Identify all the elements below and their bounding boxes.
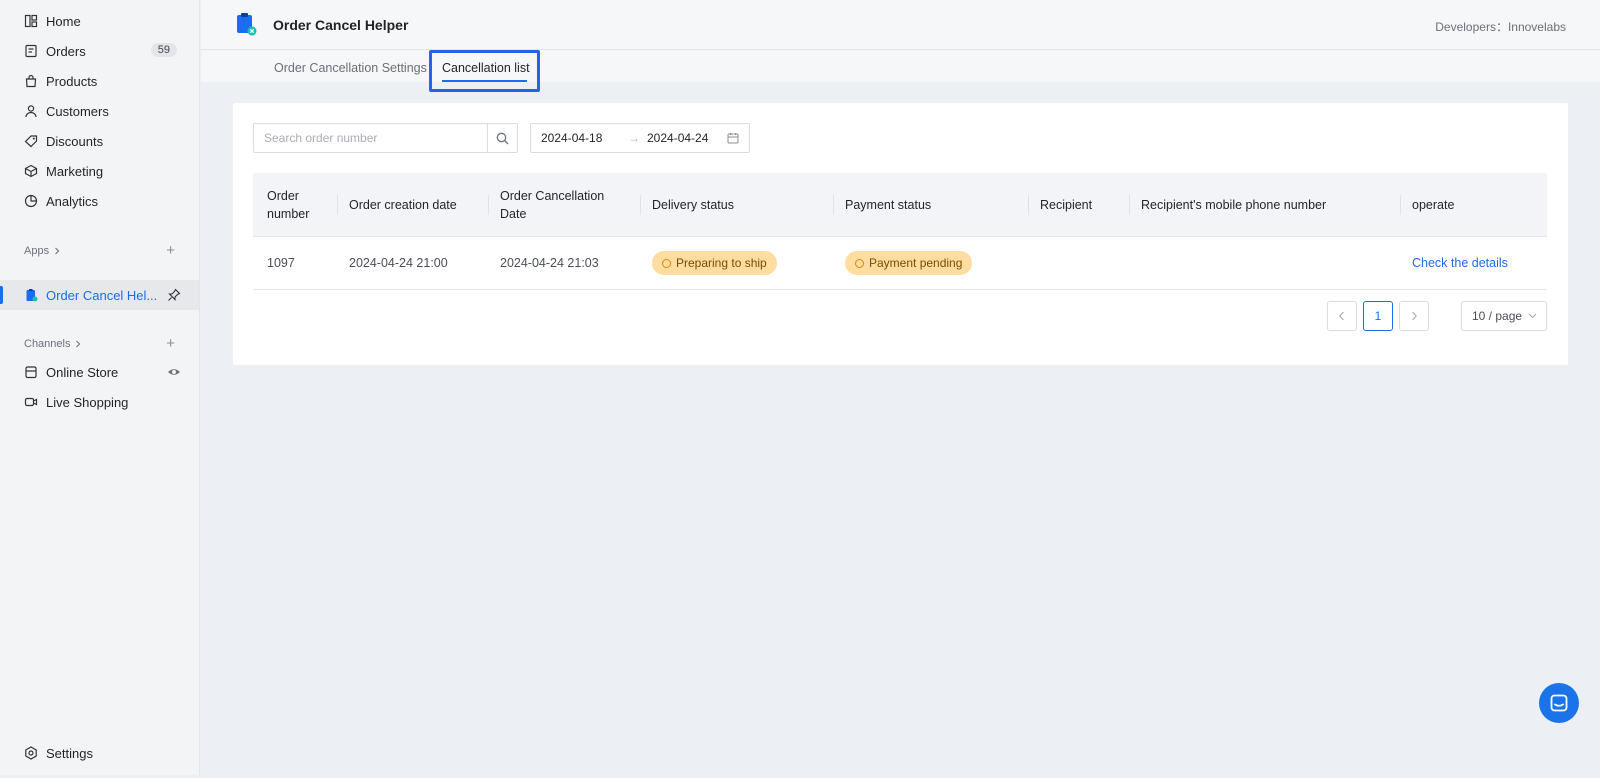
- tab-order-cancellation-settings[interactable]: Order Cancellation Settings: [274, 61, 427, 75]
- cell-payment-status: Payment pending: [845, 237, 973, 289]
- orders-icon: [24, 44, 38, 58]
- chevron-right-icon: [1412, 311, 1418, 321]
- developer-info: Developers：Innovelabs: [1435, 20, 1566, 34]
- live-shopping-icon: [24, 395, 38, 409]
- chat-support-button[interactable]: [1539, 683, 1579, 723]
- search-button[interactable]: [487, 124, 517, 152]
- sidebar-item-settings[interactable]: Settings: [0, 738, 199, 768]
- sidebar-item-label: Live Shopping: [46, 394, 129, 410]
- date-end[interactable]: 2024-04-24: [647, 131, 708, 145]
- eye-icon[interactable]: [167, 365, 181, 379]
- tab-highlight-box: [429, 50, 540, 92]
- sidebar-item-label: Customers: [46, 103, 109, 119]
- sidebar-item-order-cancel-helper[interactable]: Order Cancel Hel...: [0, 280, 199, 310]
- sidebar-item-label: Online Store: [46, 364, 119, 380]
- home-icon: [24, 14, 38, 28]
- sidebar-item-online-store[interactable]: Online Store: [0, 357, 199, 387]
- customers-icon: [24, 104, 38, 118]
- channels-section-toggle[interactable]: Channels: [24, 338, 82, 350]
- app-clipboard-icon: [24, 288, 38, 302]
- search-input[interactable]: [254, 124, 487, 152]
- page-size-value: 10 / page: [1472, 309, 1523, 323]
- analytics-icon: [24, 194, 38, 208]
- orders-count-badge: 59: [150, 43, 177, 57]
- discounts-icon: [24, 134, 38, 148]
- app-logo-icon: [237, 13, 257, 36]
- chat-icon: [1550, 694, 1568, 712]
- chevron-down-icon: [1528, 313, 1537, 319]
- sidebar-item-live-shopping[interactable]: Live Shopping: [0, 387, 199, 417]
- sidebar-item-label: Settings: [46, 745, 93, 761]
- column-header-creation-date: Order creation date: [349, 198, 457, 212]
- column-header-delivery-status: Delivery status: [652, 198, 734, 212]
- column-header-recipient: Recipient: [1040, 198, 1093, 212]
- column-header-payment-status: Payment status: [845, 198, 932, 212]
- page-size-select[interactable]: 10 / page: [1461, 301, 1547, 331]
- search-box: [253, 123, 518, 153]
- products-icon: [24, 74, 38, 88]
- marketing-icon: [24, 164, 38, 178]
- pin-icon[interactable]: [167, 288, 181, 302]
- sidebar-item-marketing[interactable]: Marketing: [0, 156, 199, 186]
- prev-page-button[interactable]: [1327, 301, 1357, 331]
- sidebar-item-label: Products: [46, 73, 98, 89]
- date-range-picker[interactable]: 2024-04-18 → 2024-04-24: [530, 123, 750, 153]
- calendar-icon: [727, 133, 739, 144]
- status-dot-icon: [662, 258, 671, 268]
- table-header: Order number Order creation date Order C…: [253, 173, 1547, 237]
- cell-delivery-status: Preparing to ship: [652, 237, 777, 289]
- sidebar-item-products[interactable]: Products: [0, 66, 199, 96]
- add-app-icon[interactable]: +: [166, 243, 175, 258]
- channels-section-label: Channels: [24, 338, 71, 350]
- status-dot-icon: [855, 258, 864, 268]
- sidebar-item-label: Orders: [46, 43, 86, 59]
- chevron-left-icon: [1338, 311, 1344, 321]
- table-row: 1097 2024-04-24 21:00 2024-04-24 21:03 P…: [253, 237, 1547, 290]
- sidebar: Home Orders 59 Products Customers Discou…: [0, 0, 200, 775]
- date-range-arrow: →: [628, 131, 640, 145]
- sidebar-item-analytics[interactable]: Analytics: [0, 186, 199, 216]
- chevron-right-icon: [55, 247, 60, 255]
- chevron-right-icon: [76, 340, 81, 348]
- sidebar-item-home[interactable]: Home: [0, 6, 199, 36]
- status-badge: Preparing to ship: [652, 251, 777, 275]
- status-badge-label: Preparing to ship: [676, 256, 767, 270]
- cancellation-list-card: 2024-04-18 → 2024-04-24 Order number Ord…: [233, 103, 1568, 365]
- apps-section-label: Apps: [24, 245, 50, 257]
- column-header-operate: operate: [1412, 198, 1455, 212]
- sidebar-item-label: Marketing: [46, 163, 104, 179]
- app-header: Order Cancel Helper Developers：Innovelab…: [201, 0, 1600, 50]
- cell-order-number: 1097: [267, 256, 295, 270]
- column-header-cancellation-date: Order Cancellation Date: [500, 189, 605, 221]
- next-page-button[interactable]: [1399, 301, 1429, 331]
- apps-section-toggle[interactable]: Apps: [24, 245, 61, 257]
- sidebar-item-label: Discounts: [46, 133, 104, 149]
- column-header-order-number: Order number: [267, 189, 310, 221]
- sidebar-item-label: Analytics: [46, 193, 99, 209]
- active-indicator: [0, 286, 3, 304]
- sidebar-item-discounts[interactable]: Discounts: [0, 126, 199, 156]
- page-button-current[interactable]: 1: [1363, 301, 1393, 331]
- sidebar-item-orders[interactable]: Orders 59: [0, 36, 199, 66]
- status-badge: Payment pending: [845, 251, 973, 275]
- sidebar-item-label: Order Cancel Hel...: [46, 287, 158, 303]
- column-header-recipient-phone: Recipient's mobile phone number: [1141, 198, 1327, 212]
- page-title: Order Cancel Helper: [273, 17, 409, 33]
- sidebar-item-label: Home: [46, 13, 81, 29]
- sidebar-item-customers[interactable]: Customers: [0, 96, 199, 126]
- search-icon: [496, 132, 509, 144]
- date-start[interactable]: 2024-04-18: [541, 131, 602, 145]
- tab-bar: Order Cancellation Settings Cancellation…: [201, 50, 1600, 92]
- cell-creation-date: 2024-04-24 21:00: [349, 256, 448, 270]
- status-badge-label: Payment pending: [869, 256, 963, 270]
- add-channel-icon[interactable]: +: [166, 336, 175, 351]
- store-icon: [24, 365, 38, 379]
- check-details-link[interactable]: Check the details: [1412, 237, 1508, 289]
- cell-cancellation-date: 2024-04-24 21:03: [500, 256, 599, 270]
- settings-icon: [24, 746, 38, 760]
